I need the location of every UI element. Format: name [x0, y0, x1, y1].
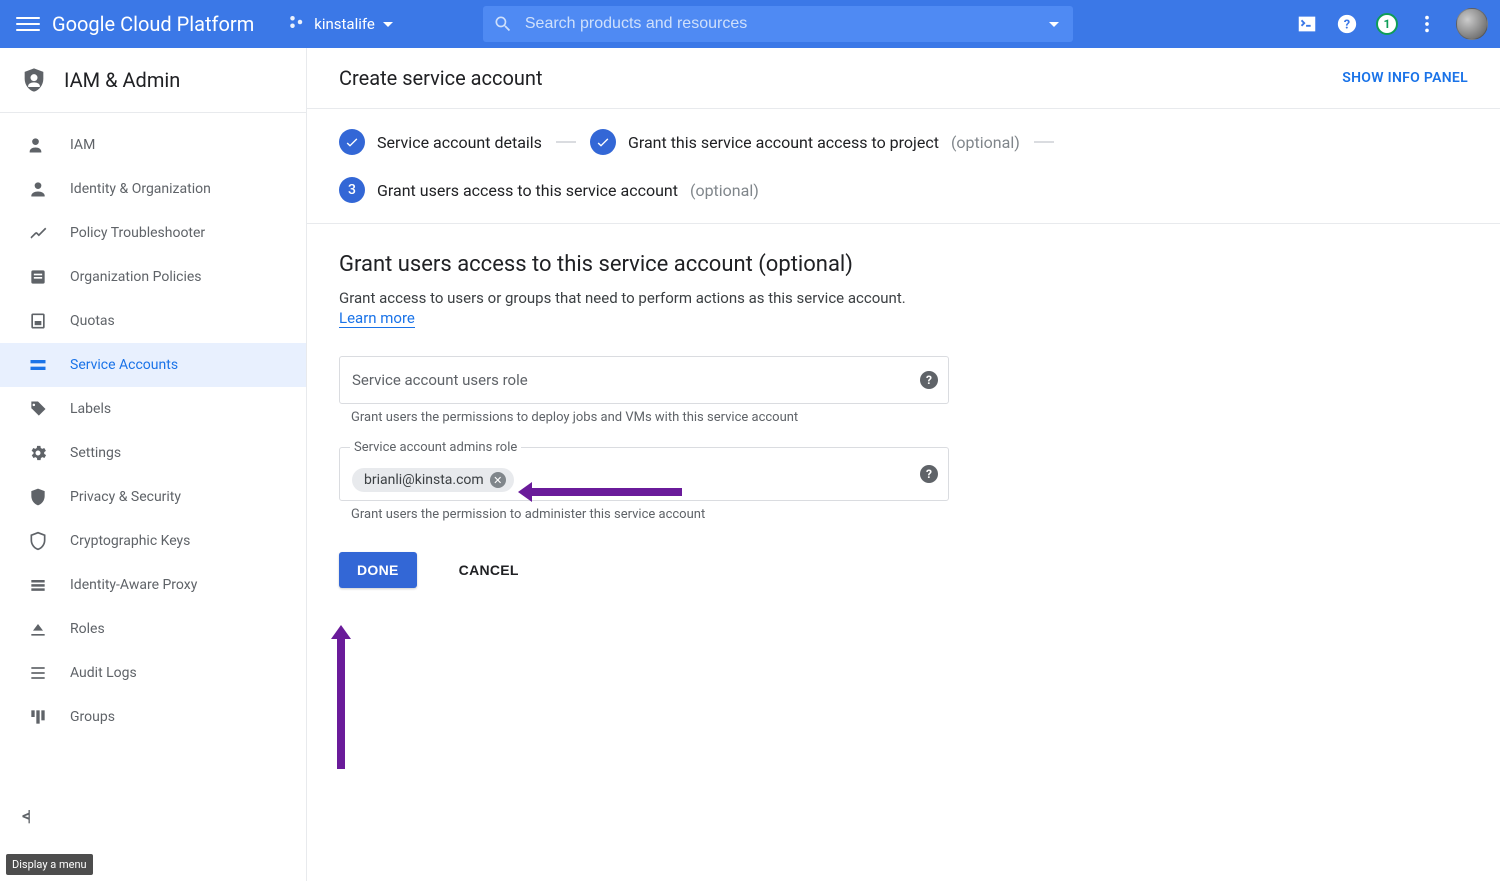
sidebar-item-iap[interactable]: Identity-Aware Proxy — [0, 563, 306, 607]
stepper: Service account details Grant this servi… — [307, 109, 1500, 224]
learn-more-link[interactable]: Learn more — [339, 309, 415, 328]
sidebar-item-roles[interactable]: Roles — [0, 607, 306, 651]
step-3-label: Grant users access to this service accou… — [377, 181, 678, 200]
users-role-hint: Grant users the permissions to deploy jo… — [339, 410, 949, 425]
search-dropdown-icon[interactable] — [1049, 22, 1059, 27]
admins-role-field-group: Service account admins role brianli@kins… — [339, 447, 949, 522]
sidebar-item-label: Service Accounts — [70, 357, 178, 373]
section-heading: Grant users access to this service accou… — [339, 252, 1468, 277]
chip-text: brianli@kinsta.com — [364, 472, 484, 488]
sidebar-item-label: Policy Troubleshooter — [70, 225, 205, 241]
sidebar-item-privacy[interactable]: Privacy & Security — [0, 475, 306, 519]
sidebar-item-label: Organization Policies — [70, 269, 202, 285]
sidebar-item-quotas[interactable]: Quotas — [0, 299, 306, 343]
sidebar-item-labels[interactable]: Labels — [0, 387, 306, 431]
help-icon[interactable]: ? — [920, 465, 938, 483]
step-2-label: Grant this service account access to pro… — [628, 133, 939, 152]
remove-chip-icon[interactable]: ✕ — [490, 472, 506, 488]
svg-text:?: ? — [1344, 18, 1350, 33]
search-icon — [493, 14, 513, 34]
project-icon — [288, 13, 306, 35]
step-connector — [556, 141, 576, 143]
cloud-shell-icon[interactable] — [1296, 13, 1318, 35]
users-role-placeholder: Service account users role — [352, 371, 528, 389]
admins-role-label: Service account admins role — [350, 440, 521, 455]
sidebar-item-audit-logs[interactable]: Audit Logs — [0, 651, 306, 695]
project-picker[interactable]: kinstalife — [278, 7, 403, 41]
topbar-actions: ? 1 — [1296, 8, 1488, 40]
help-icon[interactable]: ? — [920, 371, 938, 389]
main-content: Create service account SHOW INFO PANEL S… — [307, 48, 1500, 881]
sidebar-header: IAM & Admin — [0, 48, 306, 113]
sidebar-item-policy-troubleshooter[interactable]: Policy Troubleshooter — [0, 211, 306, 255]
admins-role-hint: Grant users the permission to administer… — [339, 507, 949, 522]
step-connector — [1034, 141, 1054, 143]
sidebar-item-label: Groups — [70, 709, 115, 725]
section-description: Grant access to users or groups that nee… — [339, 289, 1468, 307]
sidebar-section-title: IAM & Admin — [64, 68, 180, 92]
sidebar-item-identity[interactable]: Identity & Organization — [0, 167, 306, 211]
iam-admin-icon — [20, 66, 48, 94]
more-icon[interactable] — [1416, 13, 1438, 35]
page-header: Create service account SHOW INFO PANEL — [307, 48, 1500, 109]
sidebar-item-label: Quotas — [70, 313, 115, 329]
sidebar-item-label: Identity & Organization — [70, 181, 211, 197]
sidebar-item-label: Cryptographic Keys — [70, 533, 190, 549]
step-3-optional: (optional) — [690, 181, 759, 200]
menu-tooltip: Display a menu — [6, 854, 93, 875]
sidebar-item-crypto-keys[interactable]: Cryptographic Keys — [0, 519, 306, 563]
search-input[interactable] — [525, 15, 1049, 33]
step-number-icon: 3 — [339, 177, 365, 203]
annotation-arrow-horizontal — [532, 488, 682, 496]
collapse-sidebar-icon[interactable]: <| — [22, 806, 28, 825]
step-3[interactable]: 3 Grant users access to this service acc… — [339, 177, 759, 203]
search-box[interactable] — [483, 6, 1073, 42]
notifications-badge[interactable]: 1 — [1376, 13, 1398, 35]
step-2[interactable]: Grant this service account access to pro… — [590, 129, 1020, 155]
cancel-button[interactable]: CANCEL — [441, 552, 537, 588]
top-bar: Google Cloud Platform kinstalife ? 1 — [0, 0, 1500, 48]
check-icon — [590, 129, 616, 155]
sidebar-item-label: Privacy & Security — [70, 489, 181, 505]
step-2-optional: (optional) — [951, 133, 1020, 152]
sidebar-item-org-policies[interactable]: Organization Policies — [0, 255, 306, 299]
sidebar-item-settings[interactable]: Settings — [0, 431, 306, 475]
help-icon[interactable]: ? — [1336, 13, 1358, 35]
caret-down-icon — [383, 22, 393, 27]
annotation-arrow-vertical — [337, 639, 345, 769]
sidebar-item-label: Audit Logs — [70, 665, 137, 681]
menu-icon[interactable] — [16, 12, 40, 36]
users-role-field-group: Service account users role ? Grant users… — [339, 356, 949, 425]
page-title: Create service account — [339, 66, 543, 90]
show-info-panel-button[interactable]: SHOW INFO PANEL — [1342, 70, 1468, 86]
sidebar-item-label: IAM — [70, 137, 95, 153]
admin-email-chip: brianli@kinsta.com ✕ — [352, 468, 514, 492]
sidebar-item-label: Identity-Aware Proxy — [70, 577, 197, 593]
check-icon — [339, 129, 365, 155]
gcp-logo[interactable]: Google Cloud Platform — [52, 12, 254, 36]
project-name: kinstalife — [314, 15, 375, 33]
sidebar-item-iam[interactable]: IAM — [0, 123, 306, 167]
sidebar-item-groups[interactable]: Groups — [0, 695, 306, 739]
sidebar-item-service-accounts[interactable]: Service Accounts — [0, 343, 306, 387]
sidebar-item-label: Settings — [70, 445, 121, 461]
sidebar-item-label: Labels — [70, 401, 111, 417]
avatar[interactable] — [1456, 8, 1488, 40]
step-1[interactable]: Service account details — [339, 129, 542, 155]
users-role-input[interactable]: Service account users role ? — [339, 356, 949, 404]
done-button[interactable]: DONE — [339, 552, 417, 588]
step-1-label: Service account details — [377, 133, 542, 152]
sidebar-item-label: Roles — [70, 621, 105, 637]
sidebar: IAM & Admin IAM Identity & Organization … — [0, 48, 307, 881]
form-actions: DONE CANCEL — [339, 552, 1468, 588]
